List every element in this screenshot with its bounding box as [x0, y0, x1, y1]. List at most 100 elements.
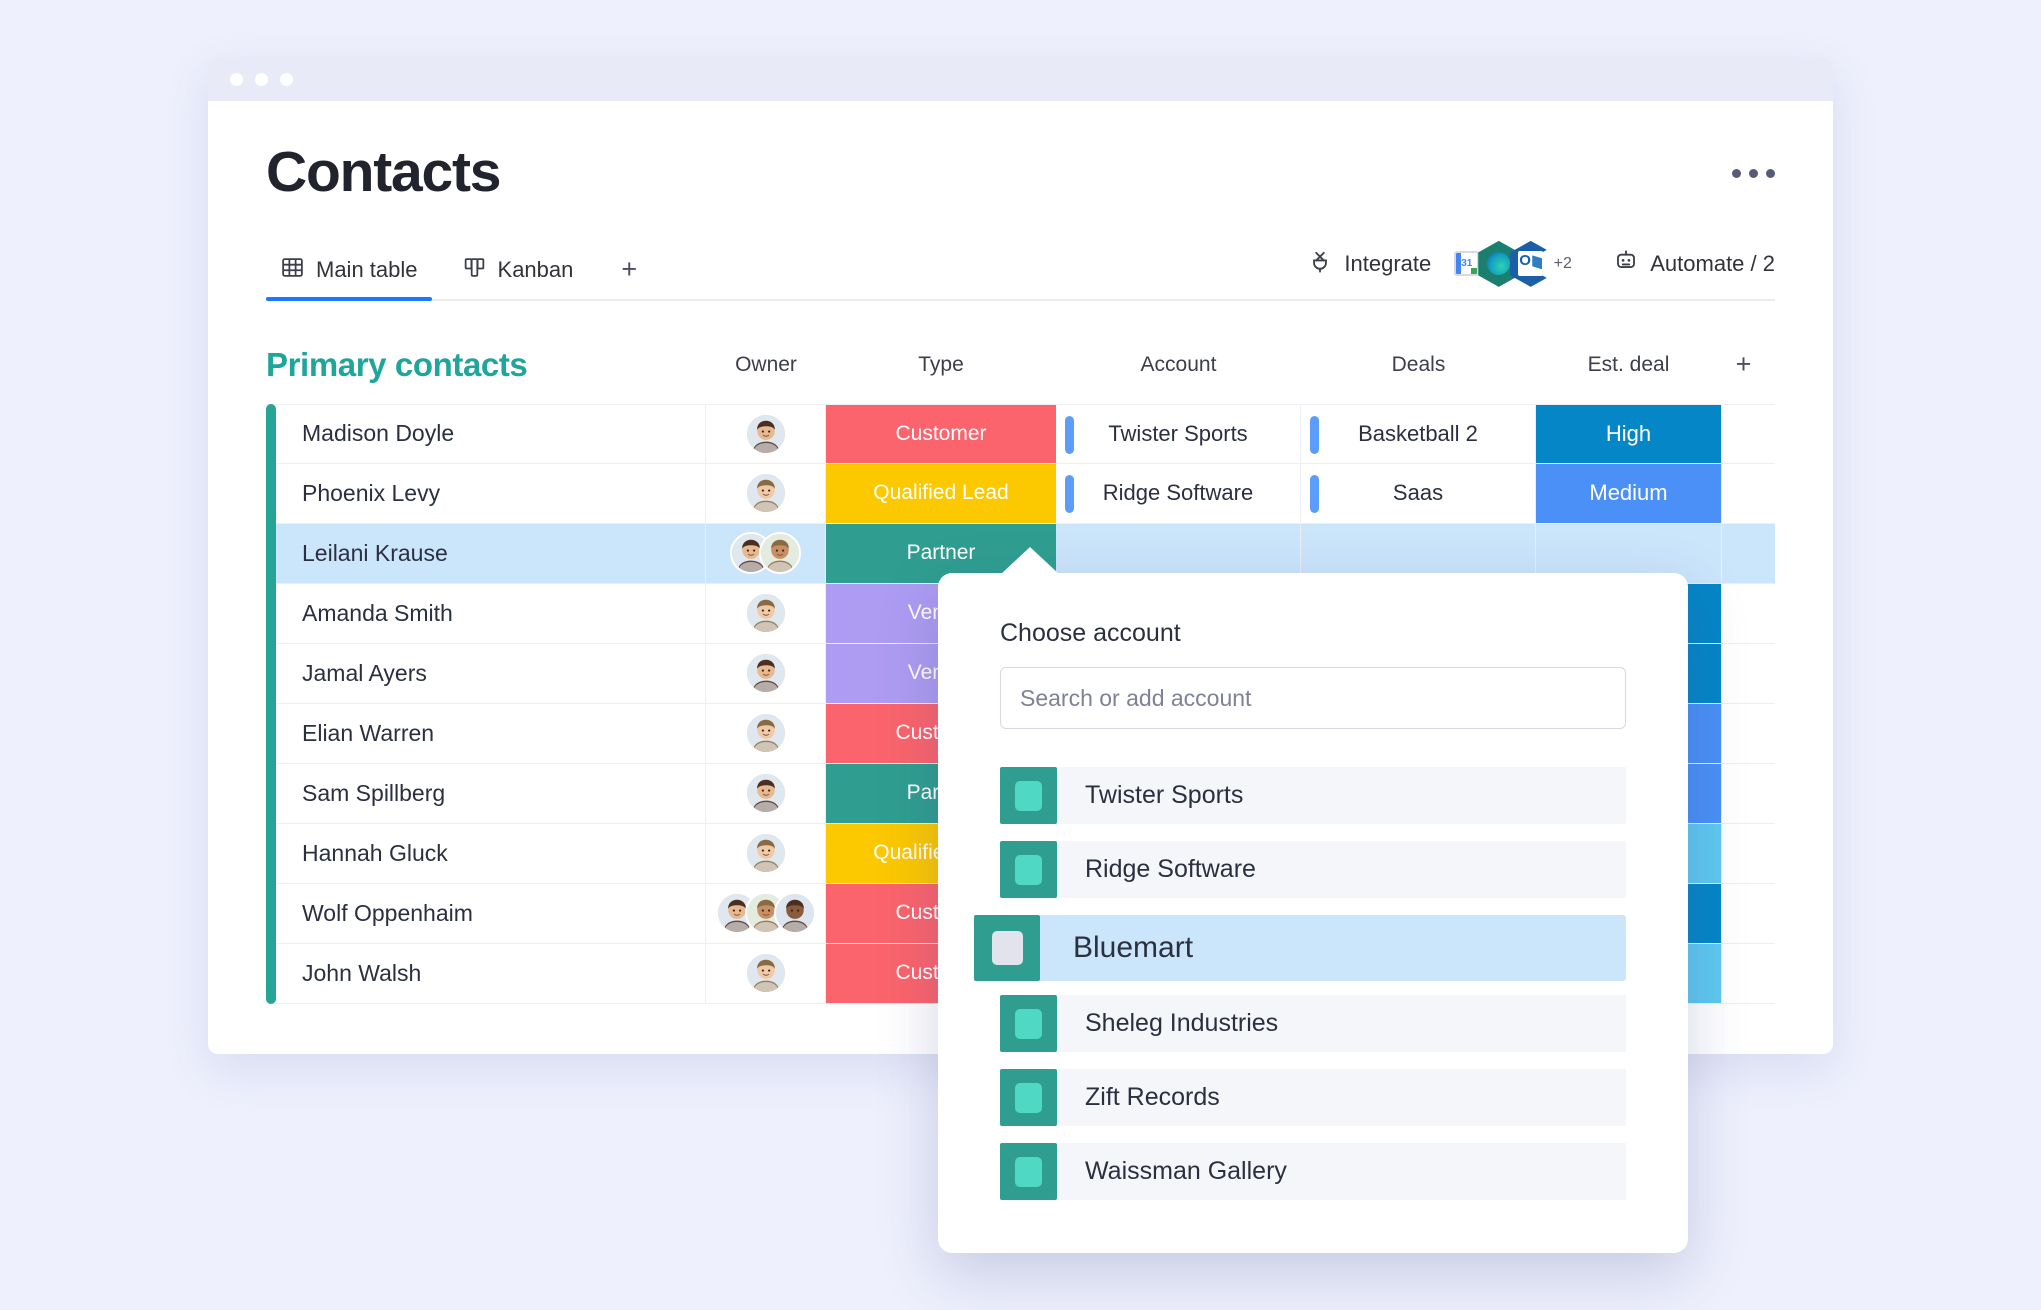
cell-contact-name[interactable]: Phoenix Levy	[266, 463, 706, 523]
account-option-label: Zift Records	[1057, 1069, 1626, 1126]
window-dot-close[interactable]	[230, 72, 243, 86]
owner-avatars	[744, 472, 787, 515]
owner-avatars	[730, 532, 801, 575]
cell-row-tail	[1721, 703, 1766, 763]
account-swatch-icon	[1000, 1069, 1057, 1126]
type-label: Qualified Lead	[873, 481, 1009, 505]
cell-contact-name[interactable]: Leilani Krause	[266, 523, 706, 583]
add-column-button[interactable]: +	[1721, 349, 1766, 380]
contact-name-text: Wolf Oppenhaim	[302, 899, 473, 926]
cell-row-tail	[1721, 823, 1766, 883]
group-title[interactable]: Primary contacts	[266, 346, 706, 384]
account-option[interactable]: Zift Records	[1000, 1069, 1626, 1126]
table-row[interactable]: Phoenix Levy Qualified Lead Ridge Software…	[266, 463, 1775, 524]
avatar	[744, 412, 787, 455]
cell-owner[interactable]	[706, 463, 826, 523]
add-view-button[interactable]: +	[603, 254, 649, 299]
deal-color-pill	[1310, 474, 1319, 513]
cell-owner[interactable]	[706, 643, 826, 703]
account-option[interactable]: Ridge Software	[1000, 841, 1626, 898]
cell-contact-name[interactable]: John Walsh	[266, 943, 706, 1003]
cell-deal[interactable]: Saas	[1301, 463, 1536, 523]
contact-name-text: Leilani Krause	[302, 539, 448, 566]
robot-icon	[1613, 248, 1639, 280]
account-option-label: Sheleg Industries	[1057, 995, 1626, 1052]
cell-owner[interactable]	[706, 404, 826, 463]
account-swatch-icon	[1000, 841, 1057, 898]
contact-name-text: Madison Doyle	[302, 420, 455, 447]
page-title: Contacts	[266, 140, 501, 204]
est-deal-label: Medium	[1589, 480, 1668, 506]
contact-name-text: John Walsh	[302, 959, 422, 986]
cell-contact-name[interactable]: Hannah Gluck	[266, 823, 706, 883]
cell-account[interactable]: Twister Sports	[1056, 404, 1301, 463]
column-header-account[interactable]: Account	[1056, 353, 1301, 377]
account-option[interactable]: Twister Sports	[1000, 767, 1626, 824]
owner-avatars	[744, 772, 787, 815]
cell-owner[interactable]	[706, 763, 826, 823]
owner-avatars	[744, 832, 787, 875]
cell-row-tail	[1721, 583, 1766, 643]
window-dot-minimize[interactable]	[255, 72, 268, 86]
page-header: Contacts	[266, 140, 1775, 204]
table-row[interactable]: Madison Doyle Customer Twister Sports Baske…	[266, 403, 1775, 464]
window-dot-maximize[interactable]	[280, 72, 293, 86]
cell-deal[interactable]: Basketball 2	[1301, 404, 1536, 463]
cell-contact-name[interactable]: Madison Doyle	[266, 404, 706, 463]
owner-avatars	[744, 712, 787, 755]
cell-owner[interactable]	[706, 523, 826, 583]
cell-owner[interactable]	[706, 883, 826, 943]
contact-name-text: Elian Warren	[302, 719, 435, 746]
owner-avatars	[744, 592, 787, 635]
page-root: Contacts Main table Kanban + Integrate 3…	[0, 0, 2041, 1310]
popup-title: Choose account	[1000, 619, 1181, 647]
view-tabs: Main table Kanban +	[266, 254, 649, 301]
account-option[interactable]: Sheleg Industries	[1000, 995, 1626, 1052]
integration-apps[interactable]: 31 +2	[1446, 240, 1584, 287]
tab-main-table[interactable]: Main table	[266, 255, 432, 301]
more-options-button[interactable]	[1732, 143, 1775, 178]
cell-type[interactable]: Qualified Lead	[826, 463, 1056, 523]
account-option[interactable]: Waissman Gallery	[1000, 1143, 1626, 1200]
avatar	[744, 652, 787, 695]
tab-main-table-label: Main table	[316, 257, 418, 283]
contact-name-text: Amanda Smith	[302, 599, 453, 626]
cell-est-deal[interactable]: Medium	[1536, 463, 1721, 523]
automate-button[interactable]: Automate / 2	[1613, 248, 1775, 280]
cell-owner[interactable]	[706, 703, 826, 763]
account-option[interactable]: Bluemart	[974, 915, 1626, 981]
column-header-owner[interactable]: Owner	[706, 353, 826, 377]
account-text: Ridge Software	[1102, 480, 1254, 506]
cell-contact-name[interactable]: Elian Warren	[266, 703, 706, 763]
avatar	[744, 952, 787, 995]
avatar	[744, 712, 787, 755]
kebab-dot	[1732, 169, 1741, 178]
cell-contact-name[interactable]: Jamal Ayers	[266, 643, 706, 703]
column-header-est-deal[interactable]: Est. deal	[1536, 353, 1721, 377]
tab-kanban[interactable]: Kanban	[448, 255, 588, 299]
deal-text: Basketball 2	[1358, 420, 1478, 446]
contact-name-text: Hannah Gluck	[302, 839, 448, 866]
column-header-type[interactable]: Type	[826, 353, 1056, 377]
cell-contact-name[interactable]: Wolf Oppenhaim	[266, 883, 706, 943]
avatar	[744, 772, 787, 815]
integrate-button[interactable]: Integrate 31 +2	[1307, 240, 1584, 287]
integration-overflow-count[interactable]: +2	[1542, 240, 1584, 287]
type-label: Partner	[906, 541, 976, 565]
avatar	[759, 532, 801, 575]
kebab-dot	[1749, 169, 1758, 178]
account-swatch-icon	[974, 915, 1040, 981]
column-header-deals[interactable]: Deals	[1301, 353, 1536, 377]
cell-est-deal[interactable]: High	[1536, 404, 1721, 463]
account-color-pill	[1065, 474, 1074, 513]
cell-owner[interactable]	[706, 943, 826, 1003]
choose-account-popup: Choose account Twister Sports Ridge Softw…	[938, 547, 1688, 1253]
cell-owner[interactable]	[706, 583, 826, 643]
cell-owner[interactable]	[706, 823, 826, 883]
account-search-input[interactable]	[1000, 667, 1626, 729]
cell-type[interactable]: Customer	[826, 404, 1056, 463]
cell-contact-name[interactable]: Sam Spillberg	[266, 763, 706, 823]
account-text: Twister Sports	[1108, 420, 1248, 446]
cell-account[interactable]: Ridge Software	[1056, 463, 1301, 523]
cell-contact-name[interactable]: Amanda Smith	[266, 583, 706, 643]
